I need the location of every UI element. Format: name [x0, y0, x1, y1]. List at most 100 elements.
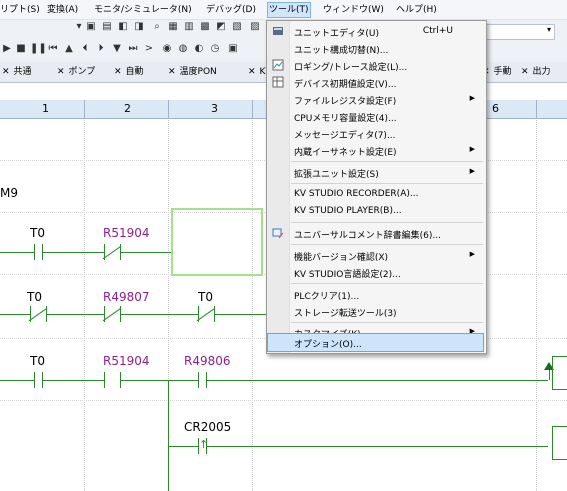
tab-auto[interactable]: ✕ 自動 — [114, 65, 144, 79]
menu-item-logging-trace[interactable]: ロギング/トレース設定(L)... — [268, 57, 483, 75]
contact-device-label[interactable]: R51904 — [103, 226, 150, 240]
menu-item-player[interactable]: KV STUDIO PLAYER(B)... — [268, 203, 483, 221]
chevron-down-icon: ▾ — [546, 25, 551, 34]
step-down-icon[interactable]: ▼ — [110, 42, 124, 56]
tab-label: 温度PON — [179, 67, 217, 77]
tool-icon[interactable]: ◍ — [176, 42, 190, 56]
clock-icon[interactable]: ◷ — [208, 42, 222, 56]
tool-icon[interactable]: ◨ — [132, 20, 146, 34]
coil-box[interactable] — [552, 356, 567, 390]
menu-tools[interactable]: ツール(T) — [267, 2, 311, 18]
pause-icon[interactable]: ❚❚ — [30, 42, 47, 56]
menu-item-label: ユニットエディタ(U) — [294, 29, 379, 39]
menu-item-function-version[interactable]: 機能バージョン確認(X) ▶ — [268, 247, 483, 265]
coil-box[interactable] — [552, 426, 567, 460]
tool-icon[interactable]: ▣ — [226, 42, 240, 56]
close-icon[interactable]: ✕ — [2, 67, 10, 77]
menu-window[interactable]: ウィンドウ(W) — [323, 3, 384, 17]
menu-item-label: ユニット構成切替(N)... — [294, 46, 389, 56]
wire — [120, 314, 198, 315]
menu-item-language[interactable]: KV STUDIO言語設定(2)... — [268, 264, 483, 282]
menu-item-unit-config-switch[interactable]: ユニット構成切替(N)... — [268, 40, 483, 58]
tool-icon[interactable]: ◉ — [160, 42, 174, 56]
wire — [0, 314, 30, 315]
stop-icon[interactable]: ■ — [14, 42, 28, 56]
close-icon[interactable]: ✕ — [168, 67, 176, 77]
menu-item-cpu-memory[interactable]: CPUメモリ容量設定(4)... — [268, 108, 483, 126]
close-icon[interactable]: ✕ — [521, 67, 529, 77]
menu-item-shortcut: Ctrl+U — [422, 26, 453, 36]
tab-pump[interactable]: ✕ ポンプ — [57, 65, 95, 79]
menu-item-storage-transfer[interactable]: ストレージ転送ツール(3) — [268, 303, 483, 321]
menu-item-label: ユニバーサルコメント辞書編集(6)... — [294, 231, 441, 241]
skip-start-icon[interactable]: ⏮ — [46, 42, 60, 56]
contact-device-label[interactable]: R49806 — [184, 354, 231, 368]
contact-slash — [196, 307, 216, 322]
menu-item-label: KV STUDIO PLAYER(B)... — [294, 206, 402, 216]
close-icon[interactable]: ✕ — [114, 67, 122, 77]
menu-separator — [291, 161, 483, 162]
tab-common[interactable]: ✕ 共通 — [2, 65, 32, 79]
contact-device-label[interactable]: R49807 — [103, 290, 150, 304]
contact-device-label[interactable]: R51904 — [103, 354, 150, 368]
tool-icon[interactable]: ◩ — [214, 20, 228, 34]
tool-icon[interactable]: ▨ — [248, 20, 262, 34]
tool-icon[interactable]: ▦ — [166, 20, 180, 34]
menu-item-file-register[interactable]: ファイルレジスタ設定(F) ▶ — [268, 91, 483, 109]
menu-separator — [291, 322, 483, 323]
tool-icon[interactable]: ◧ — [116, 20, 130, 34]
menu-item-universal-comment[interactable]: ユニバーサルコメント辞書編集(6)... — [268, 225, 483, 243]
tool-icon[interactable]: ▥ — [182, 20, 196, 34]
wire — [120, 252, 172, 253]
unit-editor-icon — [273, 27, 283, 35]
contact-bar — [104, 372, 105, 388]
menu-item-plc-clear[interactable]: PLCクリア(1)... — [268, 286, 483, 304]
search-icon[interactable]: ⌕ — [150, 20, 164, 34]
branch-wire — [168, 380, 169, 491]
tool-icon[interactable]: ▤ — [100, 20, 114, 34]
skip-end-icon[interactable]: ⏭ — [126, 42, 140, 56]
contact-bar — [34, 244, 35, 260]
contact-device-label[interactable]: CR2005 — [184, 420, 231, 434]
menu-item-label: 内蔵イーサネット設定(E) — [294, 148, 397, 158]
close-icon[interactable]: ✕ — [248, 67, 256, 77]
column-number: 3 — [211, 102, 218, 115]
wire — [0, 252, 34, 253]
tool-icon[interactable]: ▩ — [198, 20, 212, 34]
menu-item-message-editor[interactable]: メッセージエディタ(7)... — [268, 125, 483, 143]
menu-convert[interactable]: 変換(A) — [47, 3, 78, 17]
step-up-icon[interactable]: ▲ — [62, 42, 76, 56]
menu-script[interactable]: リプト(S) — [0, 3, 40, 17]
next-icon[interactable]: ⏵ — [94, 42, 108, 56]
menu-item-device-init[interactable]: デバイス初期値設定(V)... — [268, 74, 483, 92]
menu-item-label: 機能バージョン確認(X) — [294, 253, 389, 263]
menu-item-ethernet[interactable]: 内蔵イーサネット設定(E) ▶ — [268, 142, 483, 160]
prev-icon[interactable]: ⏴ — [78, 42, 92, 56]
contact-device-label[interactable]: T0 — [30, 226, 45, 240]
tab-temp-pon[interactable]: ✕ 温度PON — [168, 65, 217, 79]
menu-debug[interactable]: デバッグ(D) — [206, 3, 256, 17]
menu-item-expansion-unit[interactable]: 拡張ユニット設定(S) ▶ — [268, 164, 483, 182]
menu-item-options[interactable]: オプション(O)... — [267, 333, 484, 352]
menu-monitor-simulator[interactable]: モニタ/シミュレータ(N) — [94, 3, 192, 17]
close-icon[interactable]: ✕ — [57, 67, 65, 77]
menu-item-unit-editor[interactable]: ユニットエディタ(U) Ctrl+U — [268, 23, 483, 41]
wire — [214, 314, 266, 315]
cell-cursor[interactable] — [171, 208, 263, 276]
contact-device-label[interactable]: T0 — [27, 290, 42, 304]
tool-icon[interactable]: ▧ — [230, 20, 244, 34]
play-icon[interactable]: ▶ — [0, 42, 14, 56]
tools-dropdown-menu: ユニットエディタ(U) Ctrl+U ユニット構成切替(N)... ロギング/ト… — [266, 20, 487, 354]
menu-item-label: ファイルレジスタ設定(F) — [294, 97, 397, 107]
menu-item-recorder[interactable]: KV STUDIO RECORDER(A)... — [268, 186, 483, 204]
menu-item-label: KV STUDIO RECORDER(A)... — [294, 189, 419, 199]
tool-icon[interactable]: ▣ — [84, 20, 98, 34]
submenu-arrow-icon: ▶ — [469, 145, 475, 153]
contact-device-label[interactable]: T0 — [198, 290, 213, 304]
column-number: 2 — [124, 102, 131, 115]
forward-icon[interactable]: > — [142, 42, 156, 56]
tab-output[interactable]: ✕ 出力 — [521, 65, 551, 79]
menu-help[interactable]: ヘルプ(H) — [396, 3, 437, 17]
contact-device-label[interactable]: T0 — [30, 354, 45, 368]
tool-icon[interactable]: ◐ — [192, 42, 206, 56]
